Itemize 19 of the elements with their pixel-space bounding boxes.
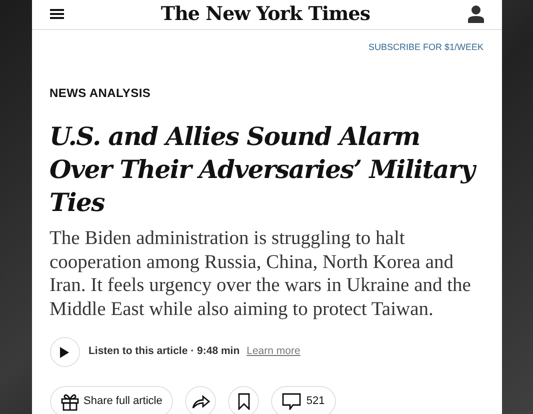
play-icon — [60, 346, 69, 358]
share-article-button[interactable]: Share full article — [50, 386, 174, 414]
comments-button[interactable]: 521 — [271, 386, 336, 414]
share-icon — [192, 394, 210, 408]
share-button[interactable] — [185, 386, 216, 414]
gift-icon — [60, 392, 78, 410]
save-button[interactable] — [228, 386, 260, 414]
subscribe-link[interactable]: SUBSCRIBE FOR $1/WEEK — [368, 40, 484, 54]
account-icon[interactable] — [468, 5, 484, 24]
bookmark-icon — [238, 393, 250, 410]
summary: The Biden administration is struggling to halt cooperation among Russia, China, North Korea and Iran. It feels urgency over the wars in Ukraine and the Middle East while also aiming to protect Taiwan. — [50, 227, 472, 321]
logo[interactable]: The New York Times — [160, 0, 370, 28]
section-label[interactable]: NEWS ANALYSIS — [50, 84, 484, 102]
learn-more-link[interactable]: Learn more — [246, 344, 300, 360]
menu-icon[interactable] — [50, 9, 64, 20]
audio-label: Listen to this article · 9:48 min — [88, 344, 240, 360]
headline: U.S. and Allies Sound Alarm Over Their Adversaries’ Military Ties — [50, 121, 478, 219]
comment-icon — [282, 393, 302, 410]
play-button[interactable] — [50, 337, 80, 367]
